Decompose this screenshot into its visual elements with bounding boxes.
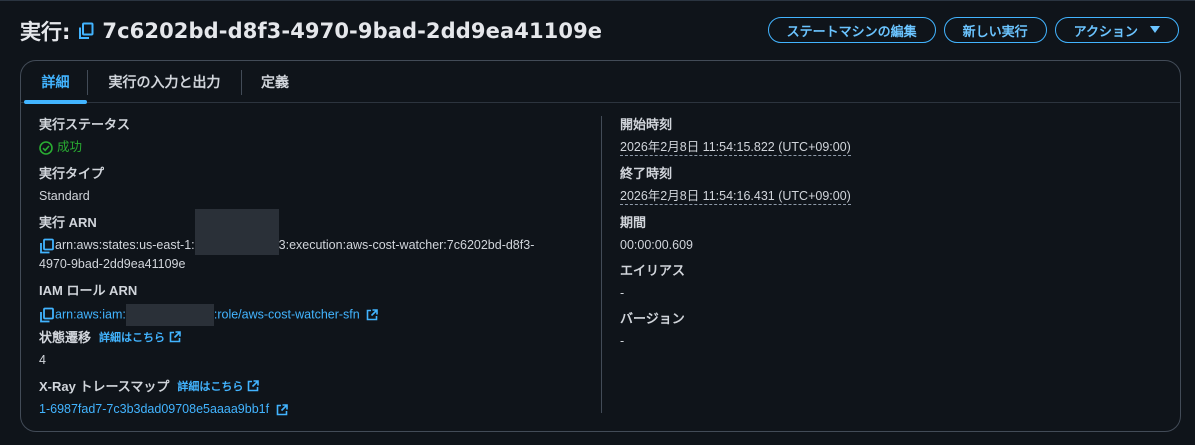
- learn-more-link-text: 詳細はこちら: [177, 380, 244, 393]
- execution-type-label: 実行タイプ: [39, 166, 105, 181]
- execution-arn-field: 実行 ARN arn:aws:states:us-east-1: 3:execut…: [39, 209, 579, 274]
- xray-trace-map-label: X-Ray トレースマップ 詳細はこちら: [39, 376, 288, 395]
- learn-more-link-text: 詳細はこちら: [99, 331, 166, 344]
- alias-label: エイリアス: [620, 263, 686, 278]
- column-divider: [601, 116, 602, 413]
- tab-bar: 詳細 実行の入力と出力 定義: [21, 61, 1180, 104]
- copy-icon[interactable]: [39, 238, 55, 254]
- external-link-icon: [247, 379, 260, 392]
- tab-input-output[interactable]: 実行の入力と出力: [88, 61, 241, 103]
- iam-role-arn-part1: arn:aws:iam:: [55, 307, 126, 322]
- state-transitions-field: 状態遷移 詳細はこちら 4: [39, 327, 181, 370]
- page-header: 実行: 7c6202bd-d8f3-4970-9bad-2dd9ea41109e…: [0, 0, 1195, 60]
- version-field: バージョン -: [620, 308, 685, 351]
- end-time-value[interactable]: 2026年2月8日 11:54:16.431 (UTC+09:00): [620, 187, 851, 206]
- learn-more-link[interactable]: 詳細はこちら: [99, 329, 181, 345]
- title-prefix: 実行:: [20, 20, 71, 44]
- tab-input-output-label: 実行の入力と出力: [108, 74, 221, 90]
- execution-id-title: 7c6202bd-d8f3-4970-9bad-2dd9ea41109e: [102, 19, 603, 43]
- execution-arn-label: 実行 ARN: [39, 215, 97, 230]
- tab-definition[interactable]: 定義: [242, 61, 308, 103]
- duration-value: 00:00:00.609: [620, 238, 693, 252]
- external-link-icon: [276, 403, 288, 416]
- xray-trace-map-label-text: X-Ray トレースマップ: [39, 379, 170, 394]
- state-transitions-value: 4: [39, 353, 46, 367]
- duration-field: 期間 00:00:00.609: [620, 212, 693, 255]
- execution-type-value: Standard: [39, 189, 90, 203]
- execution-type-field: 実行タイプ Standard: [39, 163, 104, 206]
- iam-role-arn-label: IAM ロール ARN: [39, 283, 138, 298]
- copy-icon[interactable]: [78, 22, 94, 40]
- tab-definition-label: 定義: [261, 74, 289, 90]
- iam-role-arn-part2: :role/aws-cost-watcher-sfn: [213, 307, 360, 322]
- edit-state-machine-button[interactable]: ステートマシンの編集: [767, 17, 936, 43]
- xray-trace-map-field: X-Ray トレースマップ 詳細はこちら 1-6987fad7-7c3b3dad…: [39, 376, 288, 419]
- execution-arn-part1: arn:aws:states:us-east-1:: [55, 238, 195, 252]
- start-time-label: 開始時刻: [620, 117, 673, 132]
- version-value: -: [620, 334, 625, 348]
- start-time-field: 開始時刻 2026年2月8日 11:54:15.822 (UTC+09:00): [620, 114, 851, 157]
- end-time-field: 終了時刻 2026年2月8日 11:54:16.431 (UTC+09:00): [620, 163, 851, 206]
- alias-field: エイリアス -: [620, 260, 685, 303]
- check-circle-icon: [39, 140, 53, 155]
- duration-label: 期間: [620, 215, 647, 230]
- state-transitions-label-text: 状態遷移: [39, 330, 92, 345]
- execution-arn-value: arn:aws:states:us-east-1: 3:execution:aws…: [39, 209, 579, 274]
- iam-role-arn-link[interactable]: arn:aws:iam: :role/aws-cost-watcher-sfn: [39, 304, 579, 326]
- end-time-label: 終了時刻: [620, 166, 673, 181]
- xray-trace-id: 1-6987fad7-7c3b3dad09708e5aaaa9bb1f: [39, 402, 270, 416]
- execution-status-label: 実行ステータス: [39, 117, 131, 132]
- new-execution-button[interactable]: 新しい実行: [943, 17, 1047, 43]
- version-label: バージョン: [620, 311, 685, 326]
- end-time-text: 2026年2月8日 11:54:16.431 (UTC+09:00): [620, 189, 851, 205]
- details-panel: 詳細 実行の入力と出力 定義 実行ステータス 成功 実行タイプ Standard…: [20, 60, 1181, 432]
- tab-details-label: 詳細: [41, 74, 70, 90]
- alias-value: -: [620, 286, 625, 300]
- learn-more-link[interactable]: 詳細はこちら: [177, 378, 260, 394]
- state-transitions-label: 状態遷移 詳細はこちら: [39, 327, 181, 346]
- xray-trace-id-link[interactable]: 1-6987fad7-7c3b3dad09708e5aaaa9bb1f: [39, 400, 288, 419]
- status-value: 成功: [57, 140, 83, 154]
- execution-status-field: 実行ステータス 成功: [39, 114, 130, 157]
- iam-role-arn-field: IAM ロール ARN arn:aws:iam: :role/aws-cost-w…: [39, 280, 579, 326]
- redacted-account-id: [125, 304, 214, 326]
- page-title: 実行: 7c6202bd-d8f3-4970-9bad-2dd9ea41109e: [20, 15, 602, 47]
- redacted-account-id: [194, 209, 279, 256]
- actions-dropdown-button[interactable]: アクション: [1054, 17, 1179, 43]
- external-link-icon: [169, 330, 181, 343]
- status-badge: 成功: [39, 138, 130, 157]
- start-time-text: 2026年2月8日 11:54:15.822 (UTC+09:00): [620, 140, 851, 156]
- start-time-value[interactable]: 2026年2月8日 11:54:15.822 (UTC+09:00): [620, 138, 851, 157]
- execution-arn-part2: 3:execution:aws-cost-watcher:7c6202bd-d8…: [278, 238, 535, 252]
- external-link-icon: [366, 309, 379, 321]
- header-actions: ステートマシンの編集 新しい実行 アクション: [767, 17, 1179, 43]
- copy-icon[interactable]: [39, 307, 55, 323]
- execution-arn-line2: 4970-9bad-2dd9ea41109e: [39, 257, 186, 272]
- caret-down-icon: [1150, 26, 1160, 34]
- tab-details[interactable]: 詳細: [24, 61, 87, 104]
- actions-button-label: アクション: [1073, 23, 1138, 39]
